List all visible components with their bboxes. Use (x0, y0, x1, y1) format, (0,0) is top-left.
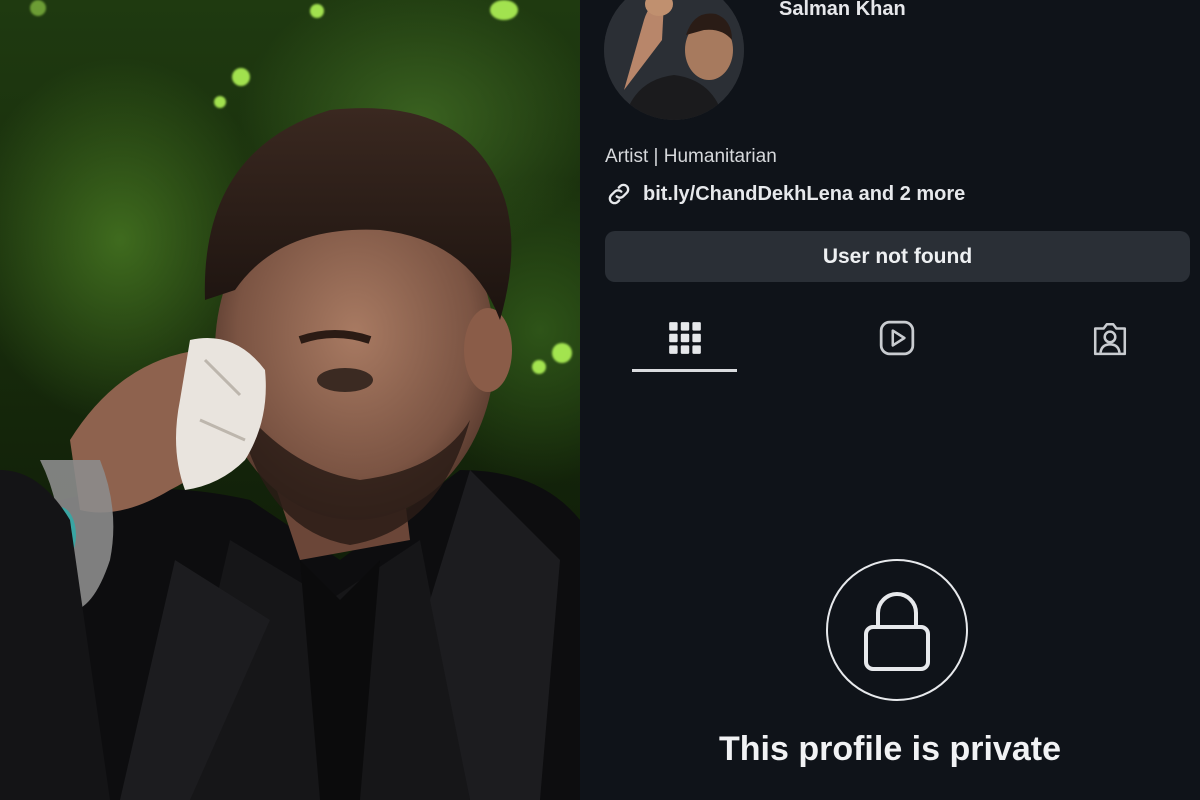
user-not-found-button[interactable]: User not found (605, 231, 1190, 282)
bio-text: Artist | Humanitarian (605, 146, 777, 167)
photo-panel (0, 0, 580, 800)
private-profile-title: This profile is private (719, 730, 1061, 768)
link-icon (608, 183, 630, 205)
profile-link[interactable]: bit.ly/ChandDekhLena and 2 more (605, 180, 965, 208)
profile-panel: Salman Khan Artist | Humanitarian bit.ly… (580, 0, 1200, 800)
tab-tagged[interactable] (1090, 318, 1130, 358)
selected-tab-indicator (632, 369, 737, 372)
avatar[interactable] (604, 0, 744, 120)
grid-icon (669, 322, 701, 354)
profile-link-text: bit.ly/ChandDekhLena and 2 more (643, 182, 966, 205)
tab-reels[interactable] (877, 318, 917, 358)
man-wiping-tears-illustration (0, 108, 580, 800)
tagged-person-icon (1093, 323, 1127, 356)
lock-icon (864, 592, 930, 671)
profile-photo (604, 0, 744, 120)
tab-posts-grid[interactable] (665, 318, 705, 358)
reels-icon (879, 320, 915, 356)
display-name: Salman Khan (779, 0, 906, 20)
private-lock-badge (826, 559, 968, 701)
